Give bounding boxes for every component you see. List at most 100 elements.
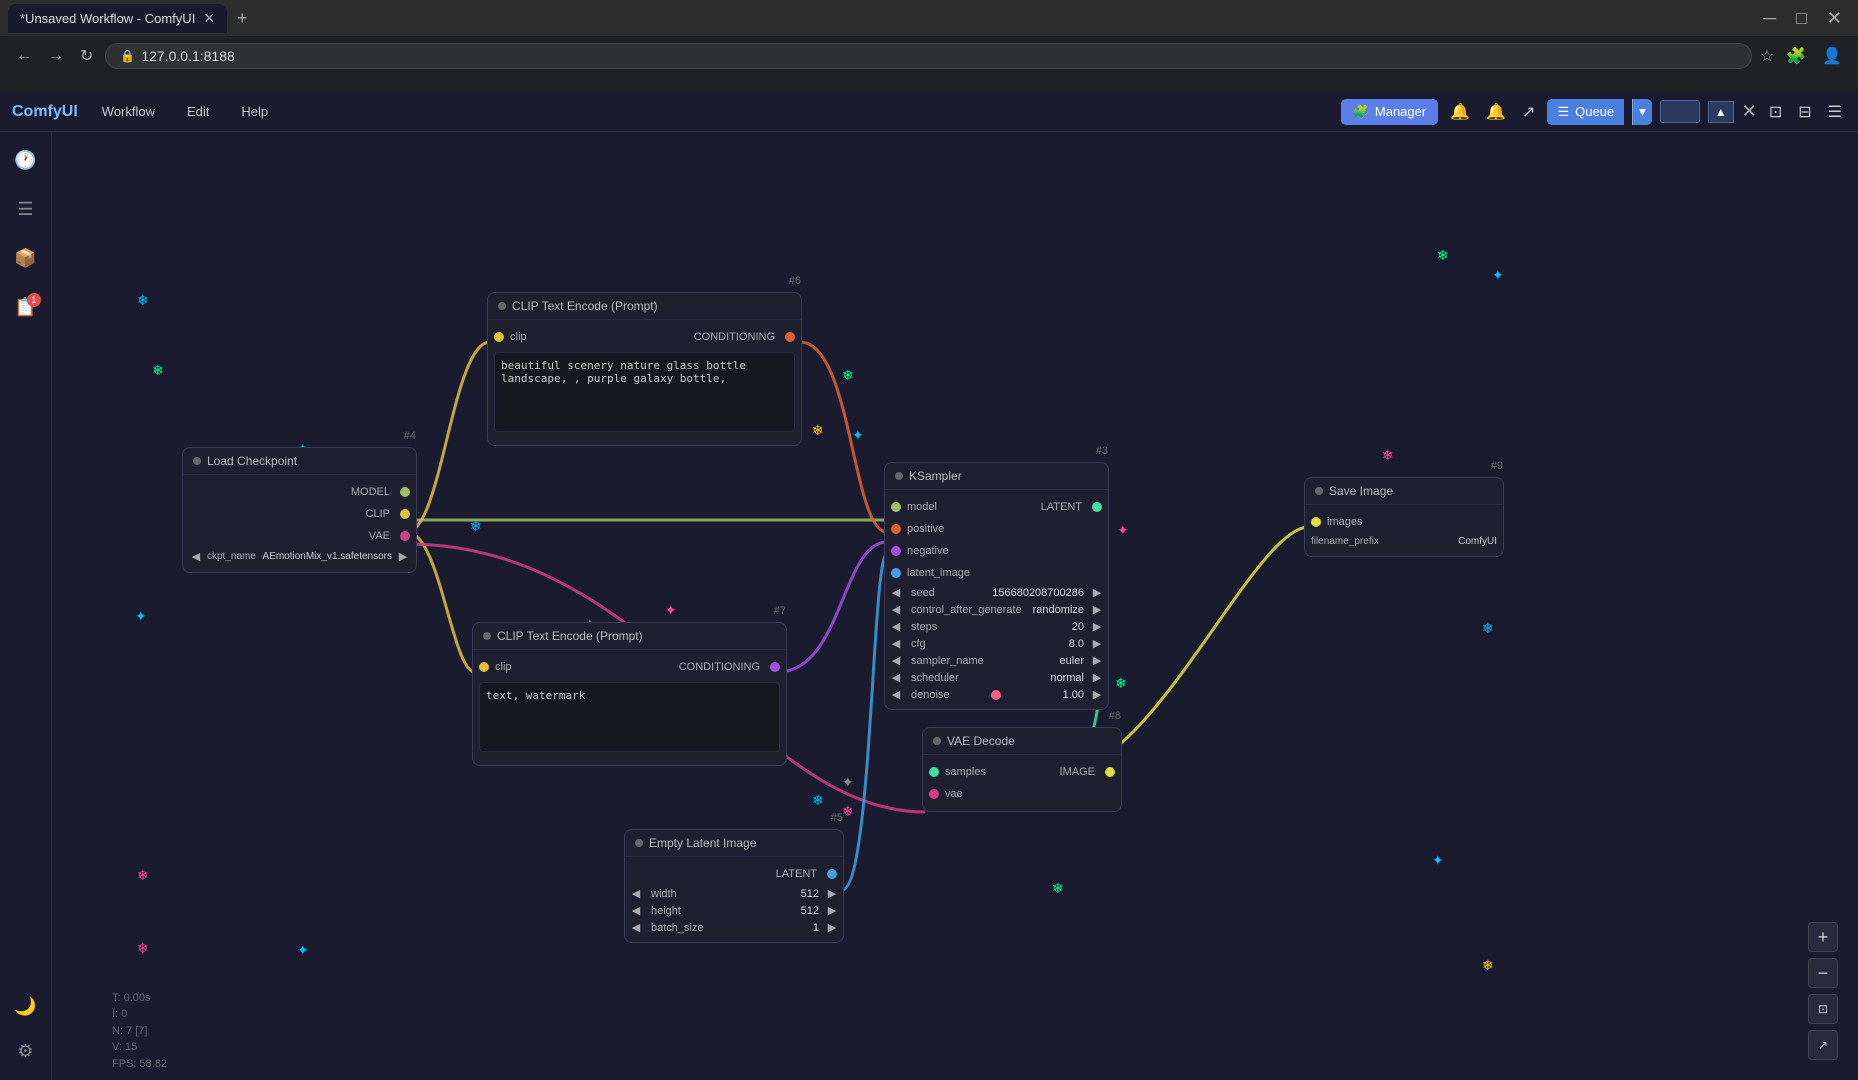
denoise-prev-btn[interactable]: ◀ bbox=[889, 688, 903, 701]
particle: ❄ bbox=[152, 362, 164, 379]
active-tab[interactable]: *Unsaved Workflow - ComfyUI ✕ bbox=[8, 4, 227, 33]
scheduler-prev-btn[interactable]: ◀ bbox=[889, 671, 903, 684]
vae-vae-input-port[interactable] bbox=[929, 789, 939, 799]
zoom-fit-button[interactable]: ⊡ bbox=[1808, 994, 1838, 1024]
cfg-prev-btn[interactable]: ◀ bbox=[889, 637, 903, 650]
particle: ❄ bbox=[1052, 880, 1064, 897]
new-tab-button[interactable]: + bbox=[231, 8, 254, 29]
menu-edit[interactable]: Edit bbox=[179, 100, 217, 123]
conditioning-neg-port[interactable] bbox=[770, 662, 780, 672]
batch-label: batch_size bbox=[645, 922, 725, 934]
menu-help[interactable]: Help bbox=[233, 100, 276, 123]
sampler-prev-btn[interactable]: ◀ bbox=[889, 654, 903, 667]
zoom-controls: + − ⊡ ↗ bbox=[1808, 922, 1838, 1060]
conditioning-pos-port[interactable] bbox=[785, 332, 795, 342]
batch-prev-btn[interactable]: ◀ bbox=[629, 921, 643, 934]
empty-latent-width-row: ◀ width 512 ▶ bbox=[625, 885, 843, 902]
control-prev-btn[interactable]: ◀ bbox=[889, 603, 903, 616]
vae-samples-input-port[interactable] bbox=[929, 767, 939, 777]
back-button[interactable]: ← bbox=[12, 43, 36, 69]
width-prev-btn[interactable]: ◀ bbox=[629, 887, 643, 900]
queue-badge: 1 bbox=[27, 293, 41, 307]
denoise-port[interactable] bbox=[991, 690, 1001, 700]
user-icon[interactable]: 👤 bbox=[1818, 42, 1846, 70]
alert-icon[interactable]: 🔔 bbox=[1482, 98, 1510, 126]
sidebar-item-models[interactable]: 📦 bbox=[8, 242, 42, 275]
notification-icon[interactable]: 🔔 bbox=[1446, 98, 1474, 126]
node-dot-4 bbox=[895, 472, 903, 480]
queue-close-button[interactable]: ✕ bbox=[1742, 101, 1757, 122]
height-prev-btn[interactable]: ◀ bbox=[629, 904, 643, 917]
cfg-label: cfg bbox=[905, 638, 985, 650]
ksampler-positive-port[interactable] bbox=[891, 524, 901, 534]
queue-button[interactable]: ☰ Queue bbox=[1547, 99, 1624, 125]
ksampler-latent-port[interactable] bbox=[1092, 502, 1102, 512]
maximize-button[interactable]: □ bbox=[1788, 8, 1815, 29]
sidebar-item-queue[interactable]: 📋 1 bbox=[8, 291, 42, 324]
sidebar-item-nodes[interactable]: ☰ bbox=[11, 193, 39, 226]
manager-label: Manager bbox=[1375, 104, 1426, 119]
vae-output-port[interactable] bbox=[400, 531, 410, 541]
queue-dropdown-button[interactable]: ▾ bbox=[1632, 99, 1652, 125]
negative-prompt-textarea[interactable]: text, watermark bbox=[479, 682, 780, 752]
node-dot bbox=[193, 457, 201, 465]
sidebar: 🕐 ☰ 📦 📋 1 🌙 ⚙ bbox=[0, 132, 52, 1080]
clip-pos-input-row: clip CONDITIONING bbox=[488, 326, 801, 348]
close-button[interactable]: ✕ bbox=[1819, 8, 1850, 29]
seed-next-btn[interactable]: ▶ bbox=[1090, 586, 1104, 599]
queue-count-up[interactable]: ▲ bbox=[1708, 101, 1734, 123]
share-icon[interactable]: ↗ bbox=[1518, 98, 1539, 126]
ckpt-name-row: ◀ ckpt_name AEmotionMix_v1.safetensors ▶ bbox=[183, 547, 416, 566]
zoom-out-button[interactable]: − bbox=[1808, 958, 1838, 988]
ksampler-latent-input-port[interactable] bbox=[891, 568, 901, 578]
batch-next-btn[interactable]: ▶ bbox=[825, 921, 839, 934]
particle: ✦ bbox=[852, 427, 864, 444]
cfg-next-btn[interactable]: ▶ bbox=[1090, 637, 1104, 650]
reload-button[interactable]: ↻ bbox=[76, 42, 97, 70]
expand-icon[interactable]: ⊡ bbox=[1765, 98, 1786, 126]
menu-icon[interactable]: ☰ bbox=[1824, 98, 1846, 126]
control-next-btn[interactable]: ▶ bbox=[1090, 603, 1104, 616]
manager-button[interactable]: 🧩 Manager bbox=[1341, 99, 1439, 125]
seed-prev-btn[interactable]: ◀ bbox=[889, 586, 903, 599]
positive-prompt-textarea[interactable]: beautiful scenery nature glass bottle la… bbox=[494, 352, 795, 432]
denoise-next-btn[interactable]: ▶ bbox=[1090, 688, 1104, 701]
zoom-reset-button[interactable]: ↗ bbox=[1808, 1030, 1838, 1060]
particle: ❄ bbox=[1382, 447, 1394, 464]
menu-workflow[interactable]: Workflow bbox=[94, 100, 163, 123]
node-dot-5 bbox=[635, 839, 643, 847]
latent-output-port[interactable] bbox=[827, 869, 837, 879]
scheduler-next-btn[interactable]: ▶ bbox=[1090, 671, 1104, 684]
tab-close-button[interactable]: ✕ bbox=[203, 10, 215, 27]
ckpt-next-btn[interactable]: ▶ bbox=[396, 550, 410, 563]
image-output-port[interactable] bbox=[1105, 767, 1115, 777]
address-bar[interactable]: 🔒 127.0.0.1:8188 bbox=[105, 43, 1751, 69]
model-output-port[interactable] bbox=[400, 487, 410, 497]
ksampler-negative-port[interactable] bbox=[891, 546, 901, 556]
extension-icon[interactable]: 🧩 bbox=[1782, 42, 1810, 70]
forward-button[interactable]: → bbox=[44, 43, 68, 69]
manager-icon: 🧩 bbox=[1353, 104, 1369, 120]
save-image-input-port[interactable] bbox=[1311, 517, 1321, 527]
steps-prev-btn[interactable]: ◀ bbox=[889, 620, 903, 633]
clip-neg-input-port[interactable] bbox=[479, 662, 489, 672]
clip-pos-input-port[interactable] bbox=[494, 332, 504, 342]
zoom-in-button[interactable]: + bbox=[1808, 922, 1838, 952]
minimize-button[interactable]: ─ bbox=[1755, 8, 1784, 29]
width-next-btn[interactable]: ▶ bbox=[825, 887, 839, 900]
node-ksampler-header: KSampler #3 bbox=[885, 463, 1108, 490]
ckpt-prev-btn[interactable]: ◀ bbox=[189, 550, 203, 563]
sidebar-toggle-icon[interactable]: ⊟ bbox=[1794, 98, 1815, 126]
height-next-btn[interactable]: ▶ bbox=[825, 904, 839, 917]
steps-next-btn[interactable]: ▶ bbox=[1090, 620, 1104, 633]
sidebar-item-theme[interactable]: 🌙 bbox=[8, 990, 42, 1023]
canvas-area[interactable]: ❄❄✦❄❄❄❄✦❄✦❄❄✦❄✦❄✦❄❄✦❄❄✦❄✦❄❄✦ Load Checkp… bbox=[52, 132, 1858, 1080]
clip-output-port[interactable] bbox=[400, 509, 410, 519]
particle: ❄ bbox=[1115, 675, 1127, 692]
sampler-next-btn[interactable]: ▶ bbox=[1090, 654, 1104, 667]
bookmark-button[interactable]: ☆ bbox=[1760, 46, 1774, 66]
queue-count-input[interactable]: 1 bbox=[1660, 100, 1700, 123]
sidebar-item-history[interactable]: 🕐 bbox=[8, 144, 42, 177]
sidebar-item-settings[interactable]: ⚙ bbox=[11, 1035, 39, 1068]
ksampler-model-port[interactable] bbox=[891, 502, 901, 512]
